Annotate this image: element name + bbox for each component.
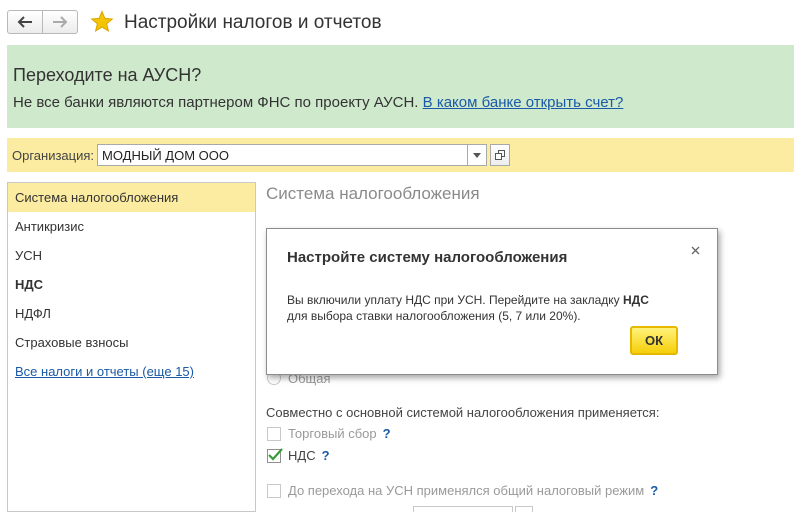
dialog-title: Настройте систему налогообложения [287, 249, 568, 266]
close-icon [691, 246, 699, 254]
previous-regime-text: До перехода на УСН применялся общий нало… [288, 483, 645, 498]
header: Настройки налогов и отчетов [0, 0, 794, 44]
sidebar-item-usn[interactable]: УСН [8, 241, 255, 270]
dialog-message-line2: для выбора ставки налогообложения (5, 7 … [287, 309, 581, 323]
organization-label: Организация: [12, 148, 95, 163]
dialog-message-line1: Вы включили уплату НДС при УСН. Перейдит… [287, 293, 649, 307]
organization-dropdown-button[interactable] [467, 144, 487, 166]
back-button[interactable] [7, 10, 43, 34]
section-title: Система налогообложения [266, 184, 480, 203]
previous-regime-help-icon[interactable]: ? [650, 483, 658, 498]
organization-open-button[interactable] [490, 144, 510, 166]
trade-fee-checkbox[interactable] [267, 427, 281, 441]
triangle-down-icon [473, 152, 481, 158]
sidebar-item-vat[interactable]: НДС [8, 270, 255, 299]
vat-label: НДС? [288, 448, 330, 463]
tax-system-dialog: Настройте систему налогообложения Вы вкл… [266, 228, 718, 375]
sidebar-item-ndfl[interactable]: НДФЛ [8, 299, 255, 328]
previous-regime-checkbox[interactable] [267, 484, 281, 498]
previous-regime-label: До перехода на УСН применялся общий нало… [288, 483, 658, 498]
ausn-banner: Переходите на АУСН? Не все банки являютс… [7, 45, 794, 128]
trade-fee-label: Торговый сбор? [288, 426, 391, 441]
dialog-message-bold: НДС [622, 293, 649, 307]
banner-title: Переходите на АУСН? [13, 65, 202, 85]
ok-button[interactable]: ОК [630, 326, 678, 355]
sidebar-item-anticrisis[interactable]: Антикризис [8, 212, 255, 241]
favorite-star-icon[interactable] [90, 10, 114, 34]
dialog-message-text: Вы включили уплату НДС при УСН. Перейдит… [287, 293, 623, 307]
trade-fee-text: Торговый сбор [288, 426, 377, 441]
sidebar: Система налогообложения Антикризис УСН Н… [7, 182, 256, 512]
banner-message: Не все банки являются партнером ФНС по п… [13, 94, 423, 111]
bank-link[interactable]: В каком банке открыть счет? [423, 94, 624, 111]
close-button[interactable] [687, 242, 703, 258]
field-stub [413, 506, 513, 512]
organization-bar: Организация: МОДНЫЙ ДОМ ООО [7, 138, 794, 172]
banner-text: Не все банки являются партнером ФНС по п… [13, 94, 623, 111]
field-stub-button [515, 506, 533, 512]
open-window-icon [495, 150, 505, 160]
sidebar-item-insurance[interactable]: Страховые взносы [8, 328, 255, 357]
arrow-right-icon [53, 16, 68, 28]
vat-checkbox[interactable] [267, 448, 283, 463]
organization-field[interactable]: МОДНЫЙ ДОМ ООО [97, 144, 468, 166]
trade-fee-help-icon[interactable]: ? [383, 426, 391, 441]
vat-text: НДС [288, 448, 316, 463]
checkmark-icon [268, 448, 283, 461]
vat-help-icon[interactable]: ? [322, 448, 330, 463]
sidebar-item-all-taxes-link[interactable]: Все налоги и отчеты (еще 15) [8, 357, 255, 386]
page-title: Настройки налогов и отчетов [124, 12, 382, 33]
forward-button[interactable] [42, 10, 78, 34]
sidebar-item-tax-system[interactable]: Система налогообложения [8, 183, 255, 212]
combined-label: Совместно с основной системой налогообло… [266, 405, 660, 420]
arrow-left-icon [17, 16, 32, 28]
